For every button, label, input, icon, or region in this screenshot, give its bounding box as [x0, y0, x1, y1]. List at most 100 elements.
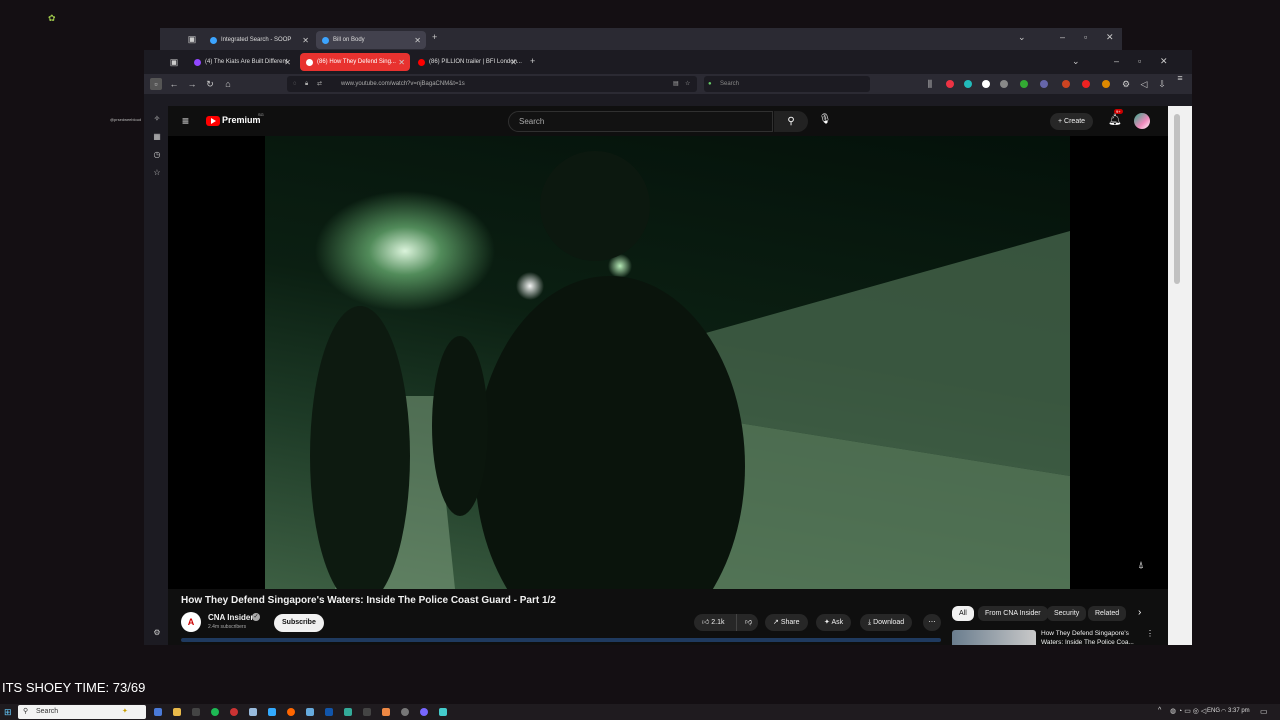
menu-icon[interactable]: ≡ — [1174, 72, 1186, 84]
bookmark-star-icon[interactable]: ☆ — [685, 76, 690, 92]
close-window-icon[interactable]: ✕ — [1106, 32, 1114, 43]
sidebar-toggle-icon[interactable]: ▫ — [150, 78, 162, 90]
ask-button[interactable]: ✦ Ask — [816, 614, 852, 631]
microphone-icon[interactable]: 🎙︎ — [818, 114, 832, 128]
tab-list-icon[interactable]: ▣ — [186, 33, 198, 45]
tray-icons[interactable]: ◍ ◔ ▭ ◎ ◁ — [1170, 707, 1206, 715]
notifications-bell-icon[interactable]: 🔔︎ — [1108, 113, 1122, 126]
chevron-down-icon[interactable]: ⌄ — [1072, 56, 1080, 67]
download-button[interactable]: ⤓ Download — [860, 614, 913, 631]
app-icon[interactable] — [344, 708, 352, 716]
settings-gear-icon[interactable]: ⚙ — [152, 628, 162, 638]
chevron-down-icon[interactable]: ⌄ — [1018, 32, 1026, 43]
minimize-icon[interactable]: – — [1114, 56, 1119, 66]
extension-icon[interactable] — [1020, 80, 1028, 88]
clock[interactable]: 3:37 pm — [1228, 708, 1250, 714]
app-icon[interactable] — [192, 708, 200, 716]
page-scrollbar[interactable] — [1168, 106, 1192, 645]
downloads-icon[interactable]: ⇩ — [1156, 78, 1168, 90]
extension-icon[interactable] — [1040, 80, 1048, 88]
discord-icon[interactable] — [420, 708, 428, 716]
extension-icon[interactable] — [1062, 80, 1070, 88]
minimize-icon[interactable]: – — [1060, 32, 1065, 42]
shield-icon[interactable]: ◌ — [293, 76, 297, 92]
firefox-icon[interactable] — [287, 708, 295, 716]
chevron-right-icon[interactable]: › — [1138, 607, 1141, 618]
history-icon[interactable]: ◷ — [152, 150, 162, 160]
video-player[interactable]: ⍋ — [168, 136, 1168, 589]
close-icon[interactable]: ✕ — [284, 58, 291, 67]
library-icon[interactable]: ⫼ — [924, 78, 936, 90]
extensions-puzzle-icon[interactable]: ⚙ — [1120, 78, 1132, 90]
extension-icon[interactable] — [946, 80, 954, 88]
app-icon[interactable] — [249, 708, 257, 716]
app-icon[interactable] — [268, 708, 276, 716]
app-icon[interactable] — [306, 708, 314, 716]
app-icon[interactable] — [439, 708, 447, 716]
new-tab-icon[interactable]: + — [530, 56, 535, 66]
url-bar[interactable]: ◌ 🔒︎ ⇄ www.youtube.com/watch?v=njBagaCNM… — [287, 76, 697, 92]
tabs-icon[interactable]: ▦ — [152, 132, 162, 142]
task-view-icon[interactable] — [154, 708, 162, 716]
language-indicator[interactable]: ENG — [1207, 708, 1220, 714]
maximize-icon[interactable]: ▫ — [1084, 32, 1087, 42]
chip-related[interactable]: Related — [1088, 606, 1127, 621]
close-icon[interactable]: ✕ — [302, 36, 309, 45]
close-icon[interactable]: ✕ — [414, 36, 421, 45]
browser-search-bar[interactable]: ● Search — [704, 76, 870, 92]
back-tab-soop[interactable]: Integrated Search - SOOP ✕ — [204, 31, 314, 49]
back-tab-bill[interactable]: Bill on Body ✕ — [316, 31, 426, 49]
windows-start-icon[interactable]: ⊞ — [4, 707, 14, 717]
volume-icon[interactable]: ◁ — [1138, 78, 1150, 90]
scrollbar-thumb[interactable] — [1174, 114, 1180, 284]
bookmarks-star-icon[interactable]: ☆ — [152, 168, 162, 178]
extension-icon[interactable] — [1082, 80, 1090, 88]
share-button[interactable]: ↗ Share — [765, 614, 808, 631]
subscribe-button[interactable]: Subscribe — [274, 614, 324, 632]
back-icon[interactable]: ← — [168, 78, 180, 90]
lock-icon[interactable]: 🔒︎ — [305, 76, 308, 92]
tab-kiats[interactable]: (4) The Kiats Are Built Different ✕ — [188, 53, 296, 71]
description-box[interactable] — [181, 638, 941, 642]
tab-list-icon[interactable]: ▣ — [168, 56, 180, 68]
video-frame[interactable] — [265, 136, 1070, 589]
notification-center-icon[interactable]: ▭ — [1260, 707, 1268, 716]
permissions-icon[interactable]: ⇄ — [317, 76, 322, 92]
app-icon[interactable] — [401, 708, 409, 716]
extension-icon[interactable] — [1000, 80, 1008, 88]
tab-pillion-trailer[interactable]: (86) PILLION trailer | BFI London... ✕ — [412, 53, 522, 71]
tray-chevron-icon[interactable]: ^ — [1158, 707, 1161, 714]
app-icon[interactable] — [382, 708, 390, 716]
reader-view-icon[interactable]: ▤ — [673, 76, 679, 92]
tab-singapore-video[interactable]: (86) How They Defend Sing... ✕ — [300, 53, 410, 71]
recommended-title[interactable]: How They Defend Singapore's Waters: Insi… — [1041, 629, 1141, 645]
app-icon[interactable] — [230, 708, 238, 716]
recommended-thumbnail[interactable] — [952, 630, 1036, 645]
url-text[interactable]: www.youtube.com/watch?v=njBagaCNM&t=1s — [341, 81, 465, 87]
extension-icon[interactable] — [982, 80, 990, 88]
maximize-icon[interactable]: ▫ — [1138, 56, 1141, 66]
chip-security[interactable]: Security — [1047, 606, 1087, 621]
more-actions-button[interactable]: ⋯ — [923, 614, 941, 631]
more-vertical-icon[interactable]: ⋮ — [1146, 629, 1154, 638]
close-icon[interactable]: ✕ — [398, 58, 405, 67]
ai-chat-icon[interactable]: ✧ — [152, 114, 162, 124]
chip-from-cna-insider[interactable]: From CNA Insider — [978, 606, 1048, 621]
search-icon[interactable]: ⚲ — [774, 111, 808, 132]
chip-all[interactable]: All — [952, 606, 974, 621]
avatar[interactable] — [1134, 113, 1150, 129]
wifi-icon[interactable]: ◠ — [1221, 708, 1226, 715]
youtube-premium-label[interactable]: Premium — [222, 115, 261, 125]
reload-icon[interactable]: ↻ — [204, 78, 216, 90]
app-icon[interactable] — [325, 708, 333, 716]
create-button[interactable]: + Create — [1050, 113, 1094, 130]
app-icon[interactable] — [363, 708, 371, 716]
taskbar-search-input[interactable]: ⚲ Search ✦ — [18, 705, 146, 719]
extension-icon[interactable] — [1102, 80, 1110, 88]
spotify-icon[interactable] — [211, 708, 219, 716]
home-icon[interactable]: ⌂ — [222, 78, 234, 90]
youtube-logo-icon[interactable] — [206, 116, 220, 126]
youtube-search-input[interactable]: Search — [508, 111, 773, 132]
forward-icon[interactable]: → — [186, 78, 198, 90]
extension-icon[interactable] — [964, 80, 972, 88]
